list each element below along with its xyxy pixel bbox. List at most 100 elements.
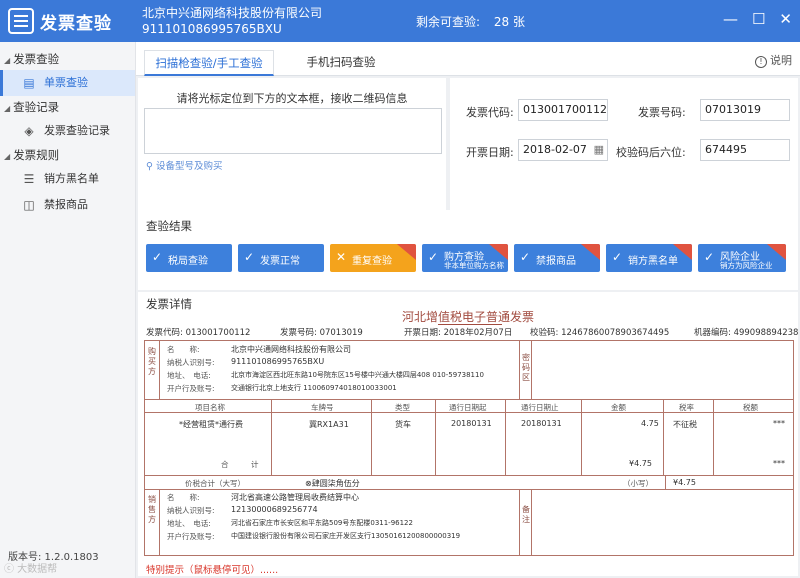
check-icon: ✓ <box>244 250 255 264</box>
item-tax: *** <box>773 419 785 428</box>
meta-date: 开票日期: 2018年02月07日 <box>404 328 513 338</box>
invoice-number-field[interactable]: 07013019 <box>700 99 790 121</box>
meta-machine: 机器编码: 499098894238 <box>694 328 799 338</box>
calendar-icon[interactable]: ▦ <box>594 140 604 160</box>
result-title: 查验结果 <box>146 219 192 233</box>
caret-down-icon: ◢ <box>4 152 11 161</box>
invoice-title: 河北增值税电子普通发票 <box>138 308 798 325</box>
result-chip-tax-bureau[interactable]: ✓ 税局查验 <box>146 244 232 272</box>
item-plate: 冀RX1A31 <box>309 420 349 429</box>
password-area-label: 密码区 <box>522 353 530 382</box>
item-name: *经营租赁*通行费 <box>179 420 243 429</box>
buyer-bank: 交通银行北京上地支行 110060974018010033001 <box>231 384 397 392</box>
main-area: 扫描枪查验/手工查验 手机扫码查验 ! 说明 请将光标定位到下方的文本框，接收二维… <box>136 42 800 578</box>
item-amount: 4.75 <box>641 419 659 428</box>
app-logo: 发票查验 <box>8 6 130 36</box>
window-controls: — ☐ ✕ <box>723 10 792 28</box>
title-bar: 发票查验 北京中兴通网络科技股份有限公司 911101086995765BXU … <box>0 0 800 42</box>
sidebar-item-check-records[interactable]: ◈ 发票查验记录 <box>0 118 135 144</box>
tag-ribbon-icon <box>395 244 416 263</box>
sidebar-group-verify[interactable]: ◢ 发票查验 <box>0 48 135 70</box>
remaining-count: 剩余可查验: 28 张 <box>416 13 525 30</box>
item-rate: 不征税 <box>673 420 697 429</box>
result-chip-seller-blacklist[interactable]: ✓ 销方黑名单 <box>606 244 692 272</box>
result-chip-banned-goods[interactable]: ✓ 禁报商品 <box>514 244 600 272</box>
stack-icon: ◈ <box>24 124 34 138</box>
maximize-icon[interactable]: ☐ <box>752 10 765 28</box>
seller-tax-id: 12130000689256774 <box>231 505 318 514</box>
detail-panel: 发票详情 河北增值税电子普通发票 发票代码: 013001700112 发票号码… <box>138 292 798 576</box>
check-icon: ✓ <box>152 250 163 264</box>
invoice-number-label: 发票号码: <box>638 106 686 119</box>
tag-ribbon-icon <box>579 244 600 263</box>
list-icon: ☰ <box>23 172 35 186</box>
item-start-date: 20180131 <box>451 419 492 428</box>
sidebar-item-seller-blacklist[interactable]: ☰ 销方黑名单 <box>0 166 135 192</box>
total-label: 合 计 <box>221 460 259 469</box>
total-tax: *** <box>773 459 785 468</box>
meta-number: 发票号码: 07013019 <box>280 328 363 338</box>
company-tax-id: 911101086995765BXU <box>142 22 282 36</box>
seller-name: 河北省高速公路管理局收费结算中心 <box>231 493 359 502</box>
sidebar-group-rules[interactable]: ◢ 发票规则 <box>0 144 135 166</box>
watermark: ⓒ 大数据帮 <box>4 564 58 575</box>
seller-bank: 中国建设银行股份有限公司石家庄开发区支行13050161200800000319 <box>231 532 461 540</box>
result-chip-invoice-normal[interactable]: ✓ 发票正常 <box>238 244 324 272</box>
invoice-logo-icon <box>8 8 34 34</box>
item-end-date: 20180131 <box>521 419 562 428</box>
item-type: 货车 <box>395 420 411 429</box>
remark-label: 备注 <box>522 505 530 524</box>
caret-down-icon: ◢ <box>4 104 11 113</box>
check-icon: ✓ <box>428 250 439 264</box>
sidebar: ◢ 发票查验 ▤ 单票查验 ◢ 查验记录 ◈ 发票查验记录 ◢ 发票规则 ☰ 销方黑名单 ◫… <box>0 42 136 578</box>
check-code-label: 校验码后六位: <box>616 146 686 159</box>
tab-scanner-manual[interactable]: 扫描枪查验/手工查验 <box>144 50 274 76</box>
close-icon[interactable]: ✕ <box>779 10 792 28</box>
special-note[interactable]: 特别提示（鼠标悬停可见）...... <box>146 562 278 576</box>
cross-icon: ✕ <box>336 250 347 264</box>
sidebar-item-banned-goods[interactable]: ◫ 禁报商品 <box>0 192 135 218</box>
device-link[interactable]: ⚲ 设备型号及购买 <box>146 158 223 172</box>
remaining-label: 剩余可查验: <box>416 15 481 29</box>
app-title: 发票查验 <box>40 13 112 34</box>
scan-hint: 请将光标定位到下方的文本框，接收二维码信息 <box>176 92 408 105</box>
info-icon: ! <box>755 56 767 68</box>
buyer-tax-id: 911101086995765BXU <box>231 357 325 366</box>
result-chip-duplicate[interactable]: ✕ 重复查验 <box>330 244 416 272</box>
result-chip-risk-company[interactable]: ✓ 风险企业 销方为风险企业 <box>698 244 786 272</box>
sidebar-item-single-check[interactable]: ▤ 单票查验 <box>0 70 135 96</box>
result-panel: 查验结果 ✓ 税局查验 ✓ 发票正常 ✕ 重复查验 ✓ 购方查验 非本单位购方名称 ✓ 禁报… <box>138 210 798 290</box>
check-icon: ✓ <box>704 250 715 264</box>
invoice-code-field[interactable]: 013001700112 <box>518 99 608 121</box>
buyer-address: 北京市海淀区西北旺东路10号院东区15号楼中兴通大楼四层408 010-5973… <box>231 371 484 379</box>
qr-input-box[interactable] <box>144 108 442 154</box>
check-icon: ✓ <box>520 250 531 264</box>
buyer-name: 北京中兴通网络科技股份有限公司 <box>231 345 351 354</box>
document-icon: ▤ <box>23 76 35 90</box>
company-name: 北京中兴通网络科技股份有限公司 <box>142 6 323 20</box>
seller-side-label: 销售方 <box>148 495 156 524</box>
total-amount: ¥4.75 <box>629 459 652 468</box>
link-icon: ⚲ <box>146 161 156 172</box>
invoice-table: 购买方 名 称: 北京中兴通网络科技股份有限公司 纳税人识别号: 9111010… <box>144 340 794 556</box>
tab-bar: 扫描枪查验/手工查验 手机扫码查验 ! 说明 <box>136 42 800 76</box>
invoice-date-field[interactable]: 2018-02-07 ▦ <box>518 139 608 161</box>
sum-in-words: ⊗肆圆柒角伍分 <box>305 479 360 488</box>
check-code-field[interactable]: 674495 <box>700 139 790 161</box>
sidebar-group-records[interactable]: ◢ 查验记录 <box>0 96 135 118</box>
result-chip-buyer[interactable]: ✓ 购方查验 非本单位购方名称 <box>422 244 508 272</box>
caret-down-icon: ◢ <box>4 56 11 65</box>
invoice-date-label: 开票日期: <box>466 146 514 159</box>
invoice-code-label: 发票代码: <box>466 106 514 119</box>
meta-check: 校验码: 12467860078903674495 <box>530 328 670 338</box>
tab-mobile-scan[interactable]: 手机扫码查验 <box>276 50 406 76</box>
buyer-side-label: 购买方 <box>148 347 156 376</box>
company-info: 北京中兴通网络科技股份有限公司 911101086995765BXU <box>142 5 322 37</box>
help-link[interactable]: ! 说明 <box>755 52 792 68</box>
meta-code: 发票代码: 013001700112 <box>146 328 251 338</box>
seller-address: 河北省石家庄市长安区和平东路509号东配楼0311-96122 <box>231 519 413 527</box>
check-icon: ✓ <box>612 250 623 264</box>
minimize-icon[interactable]: — <box>723 10 738 28</box>
remaining-value: 28 张 <box>493 15 525 29</box>
box-icon: ◫ <box>23 198 35 212</box>
